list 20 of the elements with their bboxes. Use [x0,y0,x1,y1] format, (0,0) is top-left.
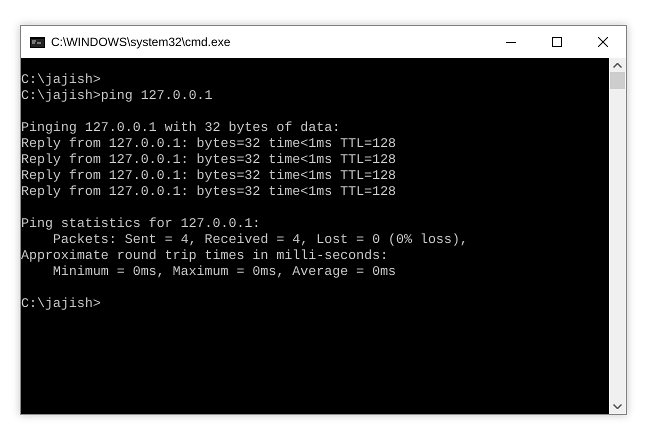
console-line: Packets: Sent = 4, Received = 4, Lost = 0 (0% loss), [52,232,468,248]
scrollbar-thumb[interactable] [610,72,625,89]
console-line: Reply from 127.0.0.1: bytes=32 time<1ms TTL=128 [21,184,396,200]
console-line: C:\jajish> [21,72,101,88]
console-line: Reply from 127.0.0.1: bytes=32 time<1ms TTL=128 [21,152,396,168]
console-line: C:\jajish>ping 127.0.0.1 [21,88,213,104]
console-line: Ping statistics for 127.0.0.1: [21,216,260,232]
console-line: Minimum = 0ms, Maximum = 0ms, Average = 0ms [52,264,396,280]
console-line: Reply from 127.0.0.1: bytes=32 time<1ms TTL=128 [21,168,396,184]
console-line: Approximate round trip times in milli-seconds: [21,248,388,264]
console-line: C:\jajish> [21,296,101,312]
window-title: C:\WINDOWS\system32\cmd.exe [51,34,230,51]
console-line: Reply from 127.0.0.1: bytes=32 time<1ms TTL=128 [21,136,396,152]
scroll-up-icon[interactable] [613,63,622,68]
vertical-scrollbar[interactable] [609,58,626,414]
scroll-down-icon[interactable] [613,404,622,409]
close-icon [598,37,608,47]
console-line: Pinging 127.0.0.1 with 32 bytes of data: [21,120,340,136]
console-app-icon [30,36,45,48]
maximize-icon [552,37,562,47]
